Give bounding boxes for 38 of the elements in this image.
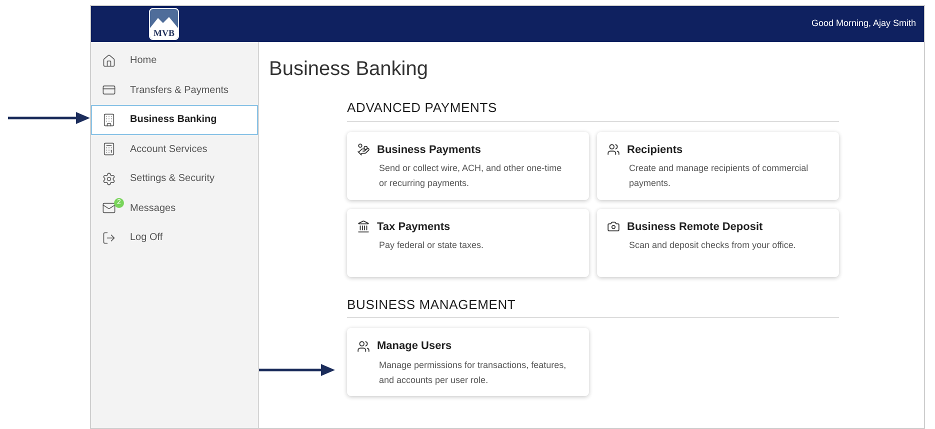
greeting-text: Good Morning, Ajay Smith — [811, 17, 916, 30]
card-description: Send or collect wire, ACH, and other one-time or recurring payments. — [379, 162, 563, 190]
landmark-icon — [357, 220, 370, 234]
calculator-icon — [102, 142, 116, 156]
section-heading: BUSINESS MANAGEMENT — [347, 294, 839, 318]
sidebar-item[interactable]: Settings & Security — [91, 164, 258, 194]
sidebar-item[interactable]: Business Banking — [91, 105, 258, 134]
card-title: Recipients — [627, 142, 683, 158]
card-title: Manage Users — [377, 339, 452, 354]
card-description: Manage permissions for transactions, features, and accounts per user role. — [379, 358, 568, 387]
logout-icon — [102, 230, 116, 245]
users-icon — [607, 143, 620, 156]
card-title: Business Remote Deposit — [627, 220, 763, 234]
feature-card[interactable]: Business Remote Deposit Scan and deposit checks from your office. — [597, 208, 839, 276]
settings-icon — [102, 172, 116, 186]
sidebar-item[interactable]: Log Off — [91, 223, 258, 252]
coin-hand-icon — [357, 143, 370, 156]
sidebar-item[interactable]: Account Services — [91, 134, 258, 164]
users-icon — [357, 340, 370, 353]
card-icon — [102, 83, 116, 98]
logo: MVB — [149, 8, 179, 40]
card-title: Tax Payments — [377, 220, 450, 234]
card-title: Business Payments — [377, 142, 481, 158]
sidebar-item[interactable]: Home — [91, 46, 258, 76]
page-title: Business Banking — [269, 57, 429, 82]
card-description: Pay federal or state taxes. — [379, 239, 485, 252]
feature-card[interactable]: Recipients Create and manage recipients of commercial payments. — [597, 132, 839, 200]
mail-icon — [102, 201, 116, 216]
feature-card[interactable]: Business Payments Send or collect wire, ACH, and other one-time or recurring payments. — [347, 132, 589, 200]
home-icon — [102, 54, 116, 68]
section-heading: ADVANCED PAYMENTS — [347, 98, 839, 122]
camera-icon — [607, 220, 620, 234]
building-icon — [102, 112, 116, 127]
feature-card[interactable]: Manage Users Manage permissions for transactions, features, and accounts per user role. — [347, 328, 589, 396]
card-description: Scan and deposit checks from your office. — [629, 239, 797, 252]
card-description: Create and manage recipients of commercial payments. — [629, 162, 810, 190]
feature-card[interactable]: Tax Payments Pay federal or state taxes. — [347, 208, 589, 276]
sidebar-item[interactable]: Transfers & Payments — [91, 76, 258, 105]
